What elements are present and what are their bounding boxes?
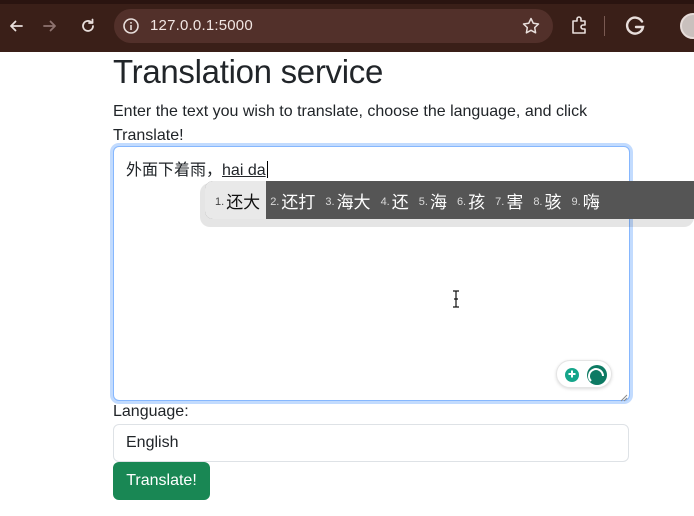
extensions-icon[interactable] <box>568 14 590 36</box>
forward-arrow-icon[interactable] <box>38 14 62 38</box>
candidate-number: 8. <box>533 195 543 208</box>
site-info-icon[interactable] <box>122 17 140 35</box>
candidate-word: 海 <box>429 192 447 212</box>
tab-strip <box>0 0 694 4</box>
reload-icon[interactable] <box>76 14 100 38</box>
candidate-number: 6. <box>456 195 467 208</box>
ime-candidate-window: 1. 还大 2. 还打 3. 海大 4. 还 5. 海 6. 孩 7. 害 8. 骇 9. 嗨 <box>200 179 694 227</box>
ime-candidate[interactable]: 1. 还大 <box>205 181 267 219</box>
language-selected-value: English <box>126 434 179 451</box>
ime-candidate[interactable]: 4. 还 <box>377 181 415 219</box>
candidate-word: 孩 <box>468 192 486 212</box>
ime-candidate[interactable]: 9. 嗨 <box>568 181 606 219</box>
candidate-number: 5. <box>418 195 428 208</box>
candidate-word: 还 <box>391 192 409 212</box>
ime-candidate[interactable]: 7. 害 <box>491 181 529 219</box>
page-description: Enter the text you wish to translate, ch… <box>113 103 588 144</box>
text-caret <box>266 161 268 178</box>
url-text[interactable]: 127.0.0.1:5000 <box>150 17 253 34</box>
candidate-word: 还打 <box>281 192 316 212</box>
candidate-word: 海大 <box>336 192 371 212</box>
candidate-number: 7. <box>495 195 505 208</box>
profile-avatar[interactable] <box>680 13 694 39</box>
address-bar[interactable]: 127.0.0.1:5000 <box>114 9 553 43</box>
candidate-number: 1. <box>215 195 225 208</box>
back-arrow-icon[interactable] <box>4 14 28 38</box>
browser-toolbar: 127.0.0.1:5000 <box>0 0 694 52</box>
bookmark-star-icon[interactable] <box>521 16 541 36</box>
ime-candidate[interactable]: 3. 海大 <box>321 181 376 219</box>
candidate-number: 9. <box>571 195 581 208</box>
candidate-number: 2. <box>270 195 280 208</box>
grammarly-widget[interactable] <box>556 360 612 388</box>
resize-handle-icon[interactable] <box>618 389 628 402</box>
ime-candidate[interactable]: 8. 骇 <box>529 181 567 219</box>
textarea-content[interactable]: 外面下着雨，hai da <box>126 156 268 180</box>
candidate-word: 还大 <box>226 192 261 212</box>
ime-composition-text: hai da <box>222 162 266 179</box>
toolbar-separator <box>604 16 605 36</box>
candidate-word: 嗨 <box>582 192 600 212</box>
ime-candidate-bar: 1. 还大 2. 还打 3. 海大 4. 还 5. 海 6. 孩 7. 害 8. 骇 9. 嗨 <box>205 181 694 219</box>
candidate-number: 3. <box>325 195 335 208</box>
page-title: Translation service <box>113 53 384 90</box>
candidate-word: 害 <box>506 192 524 212</box>
google-icon[interactable] <box>624 13 646 37</box>
entered-text: 外面下着雨， <box>126 162 223 179</box>
translate-button[interactable]: Translate! <box>113 462 210 500</box>
candidate-word: 骇 <box>544 192 562 212</box>
ime-candidate[interactable]: 6. 孩 <box>453 181 491 219</box>
candidate-number: 4. <box>380 195 390 208</box>
ime-candidate[interactable]: 5. 海 <box>415 181 453 219</box>
language-select[interactable]: English <box>113 424 629 462</box>
ime-candidate[interactable]: 2. 还打 <box>266 181 321 219</box>
language-label: Language: <box>113 403 189 420</box>
text-cursor-icon <box>451 290 461 308</box>
